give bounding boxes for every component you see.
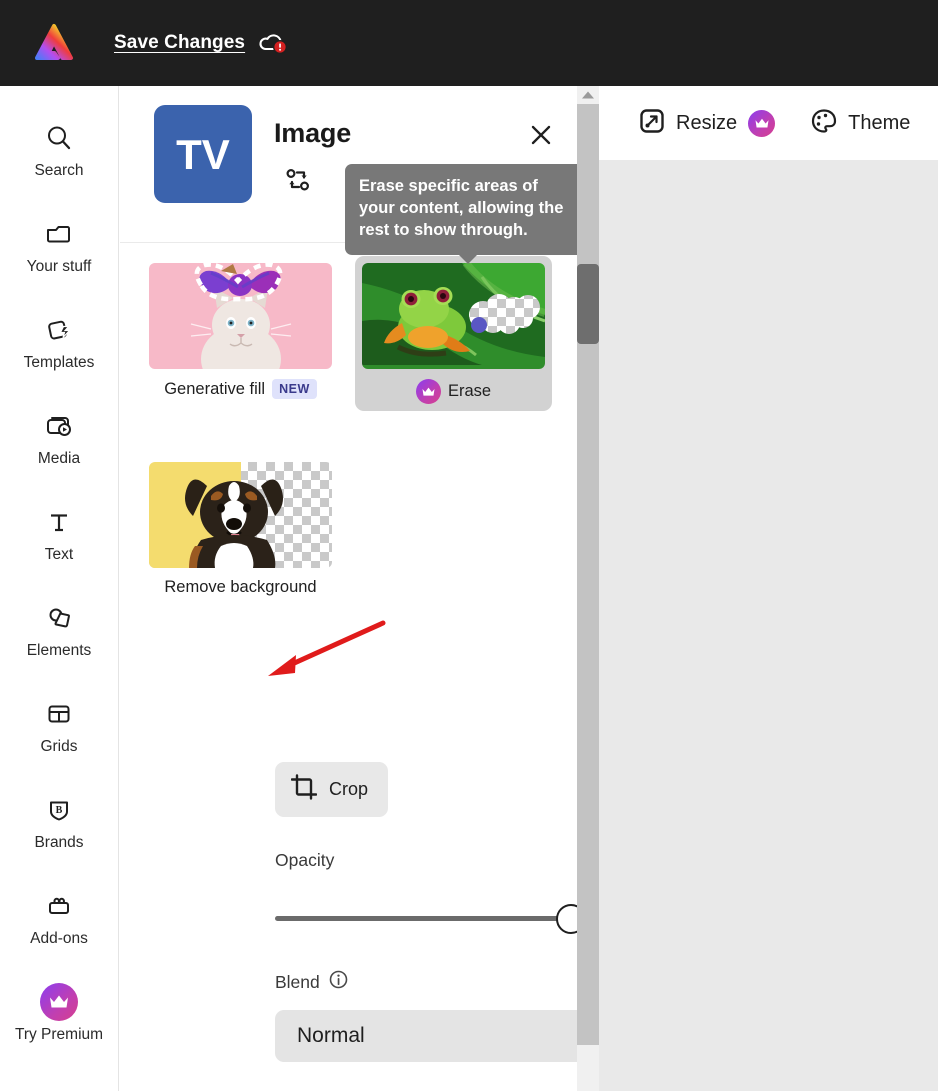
card-label: Generative fill [164, 380, 265, 399]
sidebar-item-add-ons[interactable]: Add-ons [0, 870, 119, 966]
canvas-area [599, 86, 938, 1091]
left-sidebar: Search Your stuff Templates Media Text [0, 86, 119, 1091]
elements-icon [44, 601, 74, 635]
crop-label: Crop [329, 779, 368, 800]
sidebar-item-text[interactable]: Text [0, 486, 119, 582]
sidebar-item-elements[interactable]: Elements [0, 582, 119, 678]
sidebar-item-label: Elements [27, 642, 92, 660]
save-changes-link[interactable]: Save Changes [114, 32, 245, 54]
card-remove-background[interactable]: Remove background [142, 455, 339, 604]
sidebar-item-label: Text [45, 546, 73, 564]
crown-icon [40, 985, 78, 1019]
theme-label: Theme [848, 112, 910, 135]
scrollbar-track[interactable] [577, 104, 599, 1045]
sidebar-item-templates[interactable]: Templates [0, 294, 119, 390]
theme-button[interactable]: Theme [811, 108, 910, 139]
svg-text:TV: TV [176, 131, 230, 178]
cloud-alert-icon[interactable] [257, 30, 289, 56]
card-label: Erase [448, 382, 491, 401]
sidebar-item-label: Brands [34, 834, 83, 852]
svg-text:B: B [56, 805, 63, 816]
scrollbar-thumb[interactable] [577, 264, 599, 344]
sidebar-item-label: Search [34, 162, 83, 180]
opacity-slider[interactable] [275, 916, 571, 921]
search-icon [44, 121, 74, 155]
scroll-up-arrow-icon[interactable] [577, 86, 599, 104]
sidebar-item-label: Media [38, 450, 80, 468]
blend-mode-value: Normal [297, 1024, 365, 1048]
sidebar-item-your-stuff[interactable]: Your stuff [0, 198, 119, 294]
crop-button[interactable]: Crop [275, 762, 388, 817]
card-row: Remove background [142, 455, 577, 604]
selected-image-thumbnail[interactable]: TV [154, 105, 252, 203]
opacity-label: Opacity [275, 850, 577, 871]
adobe-express-logo[interactable] [29, 18, 79, 68]
app-root: Save Changes Search Your stuff [0, 0, 938, 1091]
tooltip-erase: Erase specific areas of your content, al… [345, 164, 577, 255]
top-bar: Save Changes [0, 0, 938, 86]
green-frog-thumbnail [362, 263, 545, 369]
replace-media-icon[interactable] [283, 165, 313, 195]
sidebar-item-label: Add-ons [30, 930, 88, 948]
sidebar-item-brands[interactable]: B Brands [0, 774, 119, 870]
blend-mode-select[interactable]: Normal [275, 1010, 577, 1062]
blend-header: Blend [275, 970, 577, 994]
panel-scrollbar[interactable] [577, 86, 599, 1091]
card-caption: Erase [416, 379, 491, 404]
media-icon [44, 409, 74, 443]
resize-icon [639, 108, 665, 139]
sidebar-item-label: Your stuff [27, 258, 92, 276]
resize-label: Resize [676, 112, 737, 135]
blend-label: Blend [275, 972, 320, 993]
sidebar-item-search[interactable]: Search [0, 102, 119, 198]
folder-icon [44, 217, 74, 251]
card-row: Generative fill NEW [142, 256, 577, 411]
sidebar-item-grids[interactable]: Grids [0, 678, 119, 774]
card-label: Remove background [164, 578, 316, 597]
sidebar-item-label: Grids [40, 738, 77, 756]
sidebar-item-try-premium[interactable]: Try Premium [0, 966, 119, 1062]
page-title: Image [274, 118, 351, 149]
crop-icon [291, 774, 317, 805]
card-erase[interactable]: Erase [355, 256, 552, 411]
text-icon [44, 505, 74, 539]
new-badge: NEW [272, 379, 317, 399]
opacity-slider-knob[interactable] [556, 904, 577, 934]
crown-icon [748, 110, 775, 137]
image-actions-cards: Generative fill NEW [120, 243, 577, 604]
sidebar-item-media[interactable]: Media [0, 390, 119, 486]
crown-icon [416, 379, 441, 404]
addons-icon [44, 889, 74, 923]
blend-section: Blend Normal [275, 970, 577, 1062]
templates-icon [44, 313, 74, 347]
info-icon[interactable] [329, 970, 348, 994]
close-icon[interactable] [525, 119, 557, 151]
grids-icon [44, 697, 74, 731]
image-properties-panel: TV Image [120, 86, 577, 1091]
bernese-dog-thumbnail [149, 462, 332, 568]
card-caption: Remove background [164, 578, 316, 597]
opacity-section: Opacity 100% [275, 850, 577, 940]
panel-header: TV Image [120, 86, 577, 243]
cat-with-bow-thumbnail [149, 263, 332, 369]
resize-button[interactable]: Resize [639, 108, 775, 139]
brands-icon: B [44, 793, 74, 827]
palette-icon [811, 108, 837, 139]
canvas-toolbar: Resize Theme [599, 86, 938, 160]
card-generative-fill[interactable]: Generative fill NEW [142, 256, 339, 411]
sidebar-item-label: Try Premium [15, 1026, 103, 1044]
card-caption: Generative fill NEW [164, 379, 317, 399]
sidebar-item-label: Templates [24, 354, 95, 372]
opacity-slider-row: 100% [275, 897, 577, 940]
